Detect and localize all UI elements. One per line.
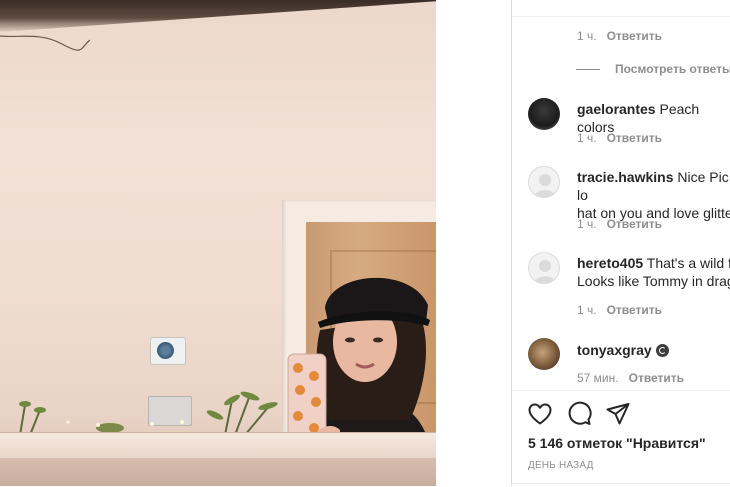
comment-meta: 1 ч. Ответить bbox=[577, 29, 662, 43]
comment-time: 57 мин. bbox=[577, 371, 619, 385]
comment-meta: 1 ч. Ответить bbox=[577, 217, 662, 231]
user-photo-avatar[interactable] bbox=[528, 98, 560, 130]
shelf bbox=[0, 432, 436, 459]
reply-button[interactable]: Ответить bbox=[607, 217, 662, 231]
comment-time: 1 ч. bbox=[577, 303, 597, 317]
comments-list[interactable]: 1 ч. Ответить Посмотреть ответы ( gaelora… bbox=[512, 0, 730, 390]
comment-username[interactable]: gaelorantes bbox=[577, 101, 656, 117]
divider bbox=[512, 16, 730, 17]
reply-button[interactable]: Ответить bbox=[607, 131, 662, 145]
comment-text: tracie.hawkins Nice Pic! lo hat on you a… bbox=[577, 168, 730, 222]
user-silhouette-icon bbox=[534, 174, 556, 197]
user-silhouette-icon bbox=[534, 260, 556, 283]
default-avatar[interactable] bbox=[528, 252, 560, 284]
default-avatar[interactable] bbox=[528, 166, 560, 198]
verified-icon bbox=[655, 344, 669, 357]
reply-button[interactable]: Ответить bbox=[607, 29, 662, 43]
comment-body: That's a wild fi bbox=[646, 255, 730, 271]
comment-time: 1 ч. bbox=[577, 131, 597, 145]
reply-button[interactable]: Ответить bbox=[607, 303, 662, 317]
thermostat-dial bbox=[157, 342, 174, 359]
person-figure bbox=[287, 277, 430, 446]
post-sidebar: 1 ч. Ответить Посмотреть ответы ( gaelora… bbox=[511, 0, 730, 486]
comment-time: 1 ч. bbox=[577, 29, 597, 43]
comment-username[interactable]: hereto405 bbox=[577, 255, 643, 271]
divider bbox=[512, 483, 730, 484]
comment-body-line-2: Looks like Tommy in drag bbox=[577, 273, 730, 289]
likes-count[interactable]: 5 146 отметок "Нравится" bbox=[528, 435, 706, 451]
comment-meta: 1 ч. Ответить bbox=[577, 303, 662, 317]
cable bbox=[0, 35, 90, 51]
user-photo-avatar[interactable] bbox=[528, 338, 560, 370]
dash-line bbox=[576, 69, 600, 71]
comment-time: 1 ч. bbox=[577, 217, 597, 231]
share-icon[interactable] bbox=[605, 401, 631, 427]
comment-meta: 57 мин. Ответить bbox=[577, 371, 684, 385]
reply-button[interactable]: Ответить bbox=[629, 371, 684, 385]
heart-icon[interactable] bbox=[527, 401, 553, 427]
view-replies-button[interactable]: Посмотреть ответы ( bbox=[576, 62, 730, 76]
comment-username[interactable]: tonyaxgray bbox=[577, 342, 652, 358]
view-replies-label: Посмотреть ответы ( bbox=[615, 62, 730, 76]
comment-meta: 1 ч. Ответить bbox=[577, 131, 662, 145]
comment-icon[interactable] bbox=[566, 401, 592, 427]
comment-text: hereto405 That's a wild fi Looks like To… bbox=[577, 254, 730, 290]
comment-username[interactable]: tracie.hawkins bbox=[577, 169, 674, 185]
post-photo[interactable] bbox=[0, 0, 436, 486]
counter bbox=[0, 458, 436, 486]
comment-text: tonyaxgray bbox=[577, 341, 730, 359]
post-actions: 5 146 отметок "Нравится" ДЕНЬ НАЗАД bbox=[512, 390, 730, 487]
thermostat bbox=[150, 337, 186, 365]
post-timestamp[interactable]: ДЕНЬ НАЗАД bbox=[528, 460, 594, 471]
